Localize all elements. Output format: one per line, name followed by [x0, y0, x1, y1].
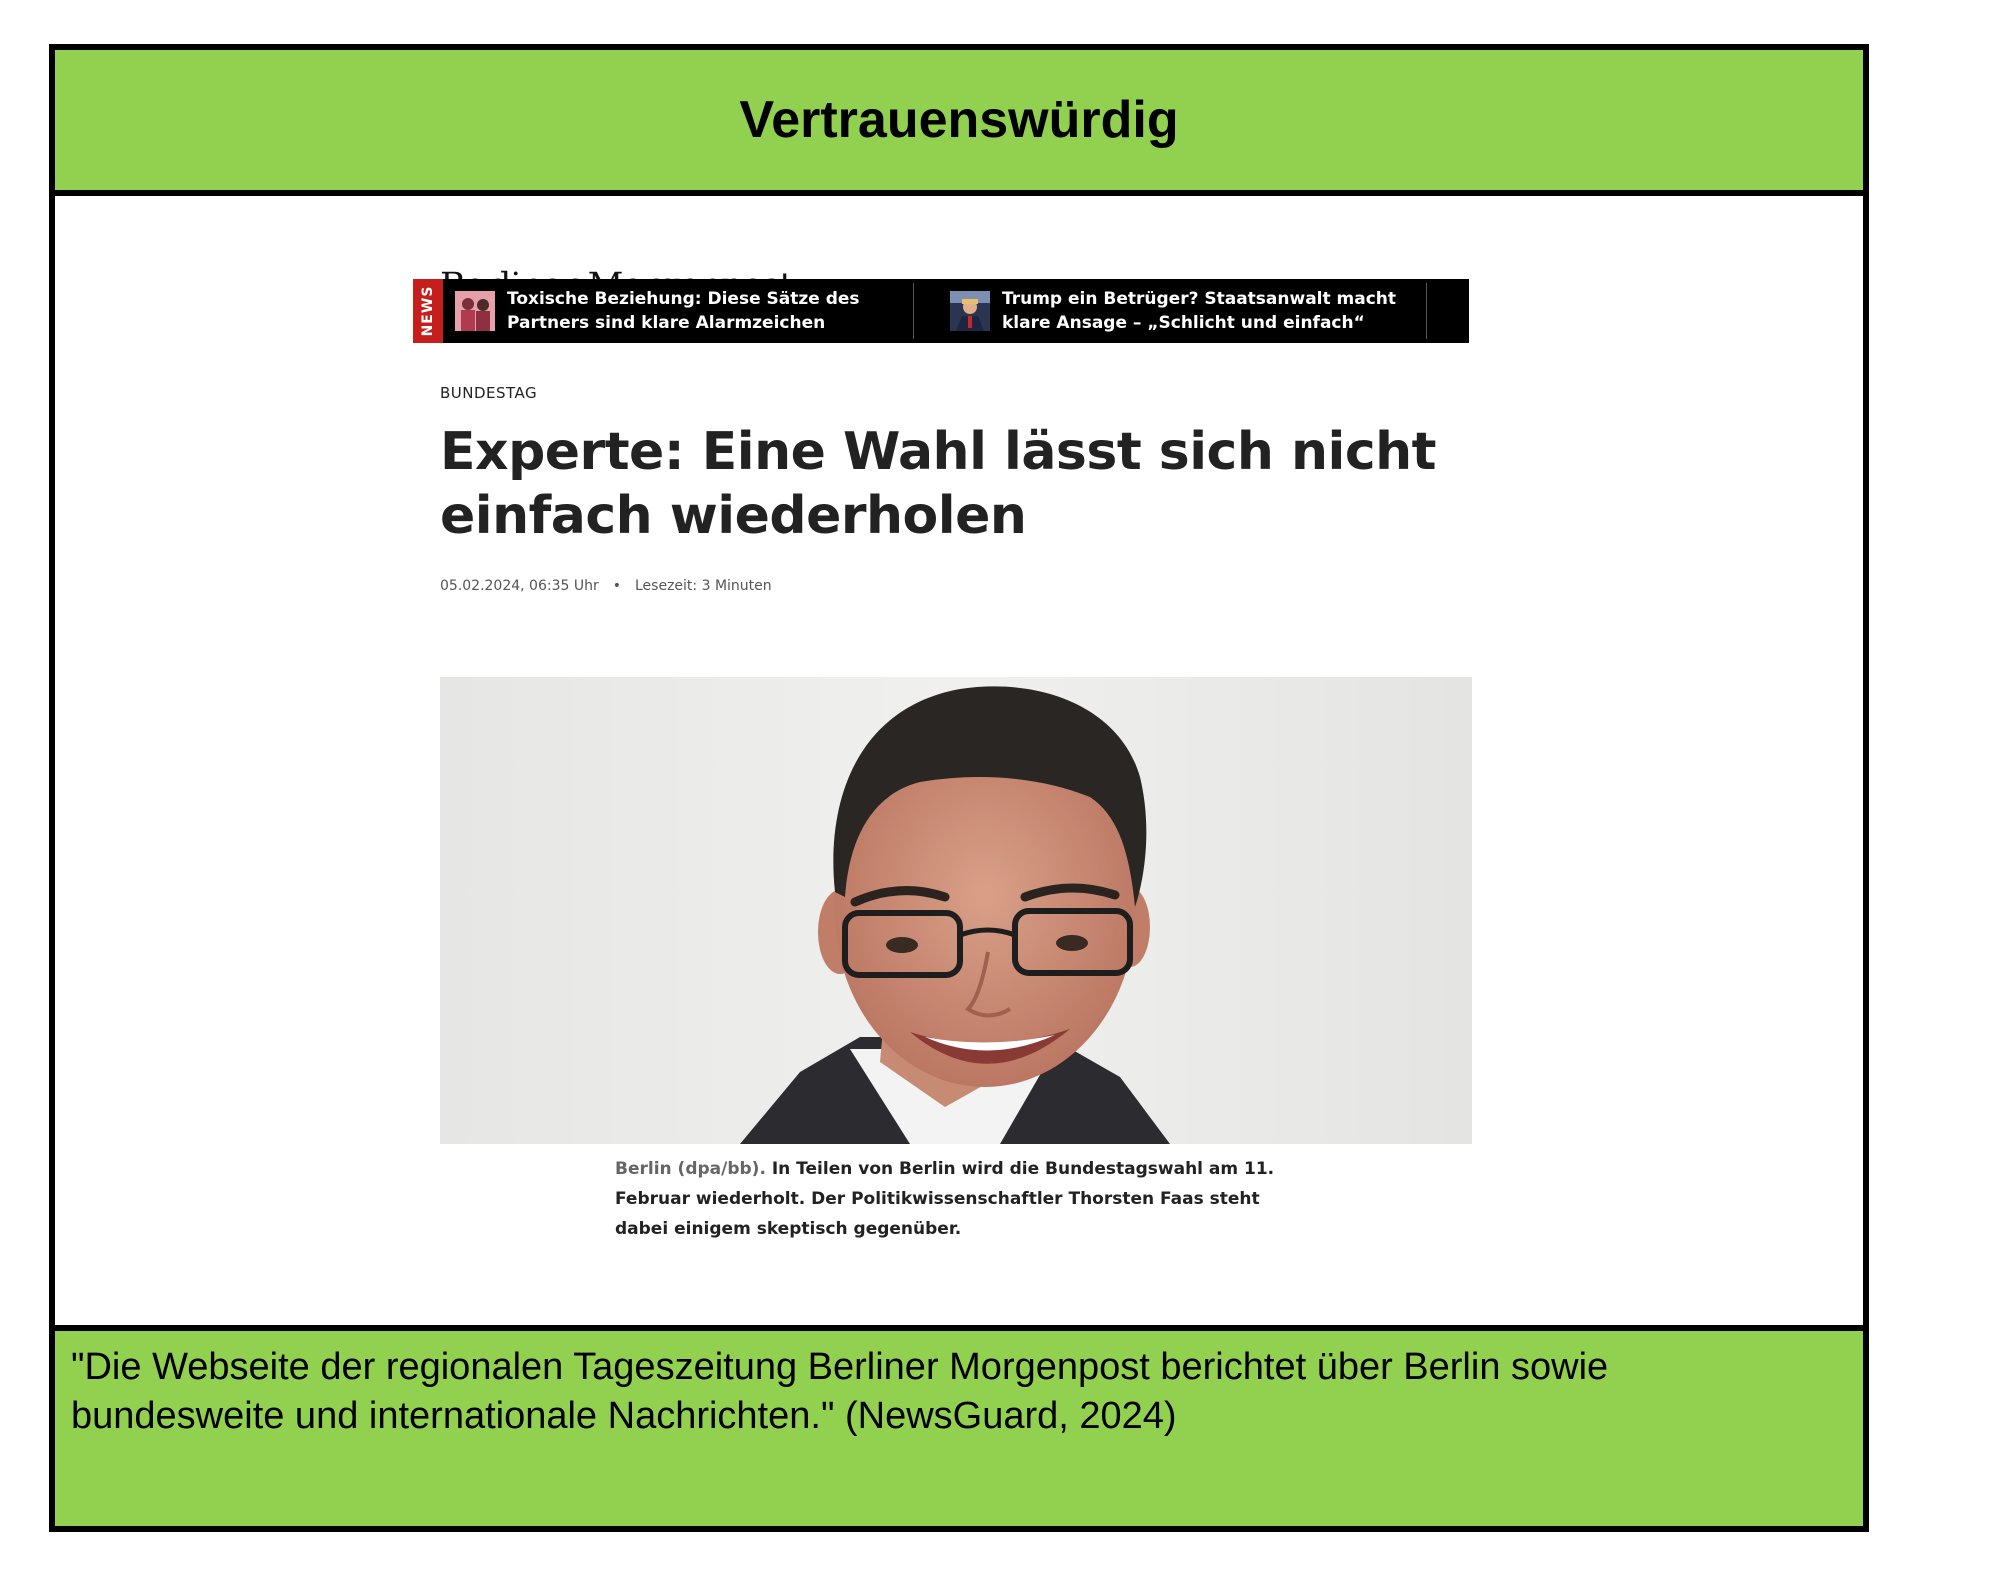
photo-caption: Berlin (dpa/bb). In Teilen von Berlin wi… — [615, 1154, 1295, 1244]
article-headline: Experte: Eine Wahl lässt sich nicht einf… — [440, 422, 1437, 546]
news-tag-label: NEWS — [420, 285, 436, 337]
ticker-item[interactable]: Trump ein Betrüger? Staatsanwalt macht k… — [950, 279, 1420, 343]
portrait-illustration — [440, 677, 1472, 1144]
news-tag: NEWS — [413, 279, 443, 343]
rating-banner: Vertrauenswürdig — [55, 50, 1863, 196]
trump-thumbnail-icon — [950, 291, 990, 331]
news-ticker: NEWS Toxische Beziehung: Diese Sätze des… — [413, 279, 1469, 343]
ticker-headline: Trump ein Betrüger? Staatsanwalt macht k… — [1002, 289, 1397, 333]
assessment-card: Vertrauenswürdig Berliner Morgenpost NEW… — [49, 44, 1869, 1532]
ticker-item[interactable]: Toxische Beziehung: Diese Sätze des Part… — [455, 279, 895, 343]
meta-separator: • — [612, 578, 621, 594]
article-kicker[interactable]: BUNDESTAG — [440, 384, 537, 402]
website-screenshot: Berliner Morgenpost NEWS Toxische Bezieh… — [55, 196, 1863, 1325]
caption-source: Berlin (dpa/bb). — [615, 1159, 766, 1179]
source-description-banner: "Die Webseite der regionalen Tageszeitun… — [55, 1325, 1863, 1526]
article-date: 05.02.2024, 06:35 Uhr — [440, 578, 599, 594]
newsguard-quote: "Die Webseite der regionalen Tageszeitun… — [71, 1346, 1609, 1437]
ticker-headline: Toxische Beziehung: Diese Sätze des Part… — [507, 289, 860, 333]
reading-time: Lesezeit: 3 Minuten — [635, 578, 772, 594]
ticker-divider — [1426, 283, 1427, 339]
article-photo — [440, 677, 1472, 1144]
rating-label: Vertrauenswürdig — [739, 91, 1179, 149]
ticker-divider — [913, 283, 914, 339]
article-meta: 05.02.2024, 06:35 Uhr • Lesezeit: 3 Minu… — [440, 578, 772, 594]
couple-thumbnail-icon — [455, 291, 495, 331]
